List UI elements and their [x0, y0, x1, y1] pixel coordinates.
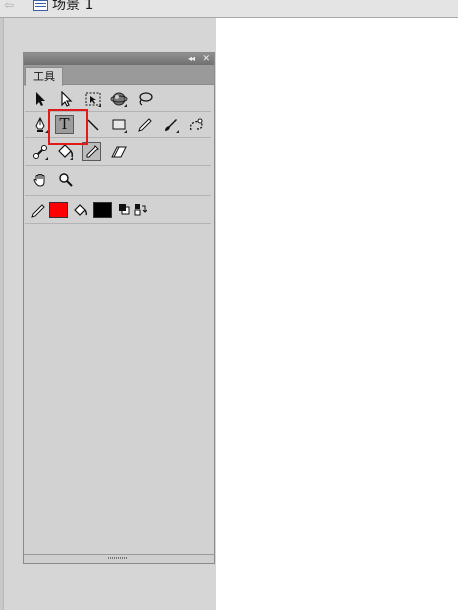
pencil-tool-icon[interactable] — [135, 115, 154, 134]
eyedropper-tool-icon[interactable] — [82, 142, 101, 161]
3d-rotation-tool-icon[interactable] — [109, 89, 128, 108]
brush-tool-icon[interactable] — [161, 115, 180, 134]
rectangle-tool-icon[interactable] — [109, 115, 128, 134]
fill-color-swatch[interactable] — [93, 202, 112, 218]
tab-strip: 工具 — [24, 65, 214, 86]
tab-tools[interactable]: 工具 — [25, 67, 63, 86]
scene-icon — [33, 0, 48, 11]
line-tool-icon[interactable] — [83, 115, 102, 134]
text-tool-icon[interactable]: T — [55, 115, 74, 134]
tools-panel: ◂◂ ✕ 工具 T — [23, 52, 215, 564]
subselection-tool-icon[interactable] — [56, 89, 75, 108]
zoom-tool-icon[interactable] — [56, 170, 75, 189]
stroke-color-icon[interactable] — [28, 201, 47, 220]
stroke-color-swatch[interactable] — [49, 202, 68, 218]
text-tool-glyph: T — [59, 115, 70, 133]
hand-tool-icon[interactable] — [30, 170, 49, 189]
deco-tool-icon[interactable] — [186, 115, 205, 134]
separator — [25, 165, 211, 166]
eraser-tool-icon[interactable] — [109, 142, 128, 161]
swap-colors-icon[interactable] — [130, 199, 149, 218]
separator — [25, 223, 211, 224]
collapse-icon[interactable]: ◂◂ — [188, 53, 195, 65]
bone-tool-icon[interactable] — [30, 142, 49, 161]
lasso-tool-icon[interactable] — [135, 89, 154, 108]
separator — [25, 137, 211, 138]
fill-color-icon[interactable] — [71, 201, 90, 220]
stage[interactable] — [216, 18, 458, 610]
panel-resize-gripper[interactable] — [24, 554, 214, 563]
back-arrow-icon[interactable]: ⇦ — [4, 0, 14, 12]
grip-dots — [108, 557, 128, 559]
close-icon[interactable]: ✕ — [202, 53, 210, 65]
separator — [25, 111, 211, 112]
scene-label[interactable]: 场景 1 — [52, 0, 93, 14]
separator — [25, 195, 211, 196]
left-edge — [0, 18, 4, 610]
panel-titlebar[interactable]: ◂◂ ✕ — [24, 53, 214, 65]
edit-bar: ⇦ 场景 1 — [0, 0, 458, 18]
free-transform-tool-icon[interactable] — [83, 89, 102, 108]
selection-tool-icon[interactable] — [30, 89, 49, 108]
pen-tool-icon[interactable] — [30, 115, 49, 134]
paint-bucket-tool-icon[interactable] — [55, 142, 74, 161]
